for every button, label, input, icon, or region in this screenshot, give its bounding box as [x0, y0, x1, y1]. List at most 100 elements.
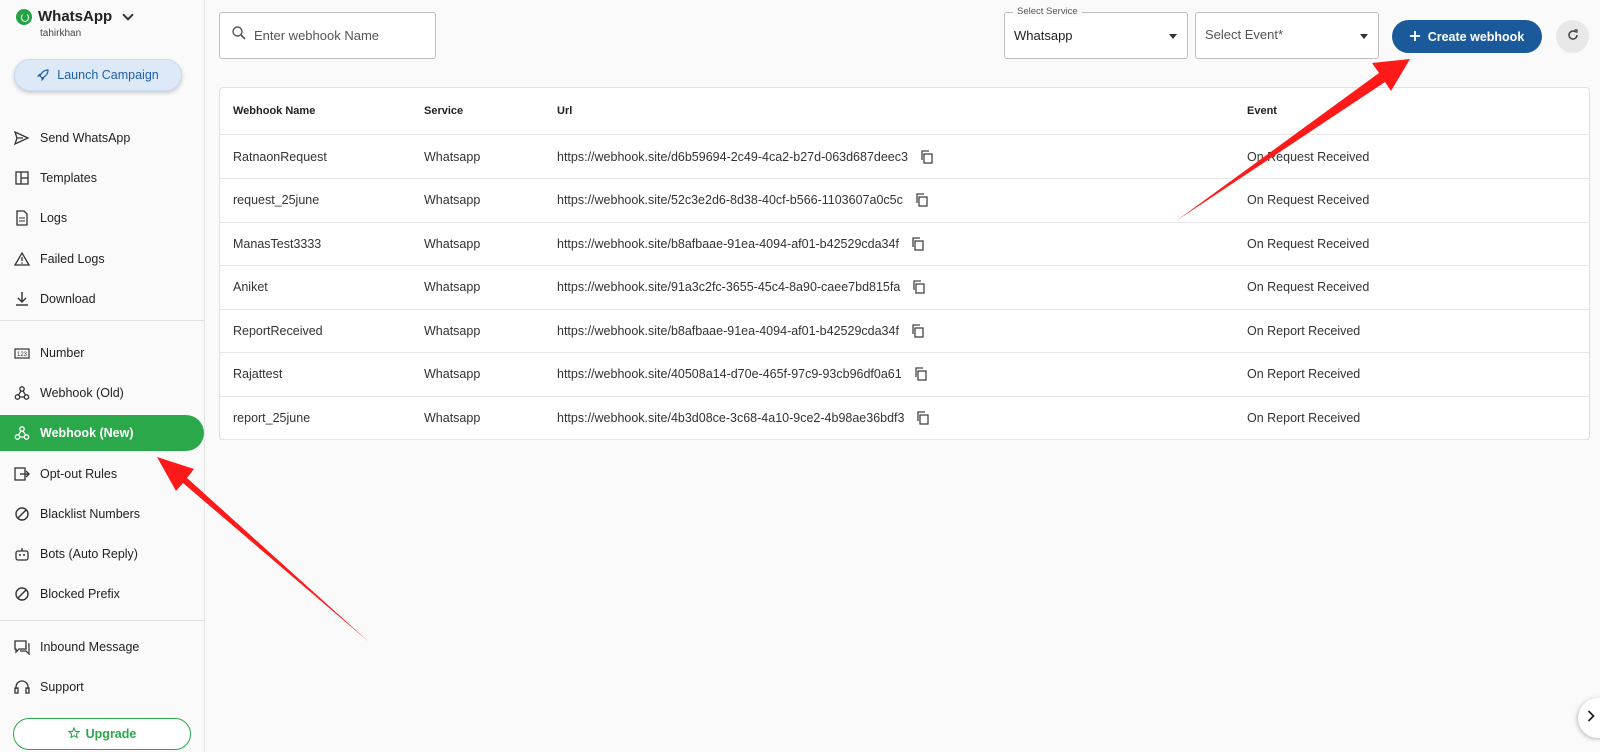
url-text: https://webhook.site/b8afbaae-91ea-4094-…	[557, 236, 899, 251]
plus-icon	[1409, 30, 1420, 44]
block-icon	[14, 586, 30, 602]
sidebar-item-label: Download	[40, 291, 96, 306]
table-row[interactable]: report_25june Whatsapp https://webhook.sit…	[220, 396, 1589, 440]
brand-title: WhatsApp	[38, 8, 113, 25]
bot-icon	[14, 546, 30, 562]
copy-icon[interactable]	[920, 149, 934, 164]
block-icon	[14, 506, 30, 522]
brand-switcher[interactable]: WhatsApp tahirkhan	[16, 8, 134, 39]
sidebar-divider	[0, 320, 205, 321]
sidebar-item-label: Inbound Message	[40, 640, 140, 654]
sidebar-item-logs[interactable]: Logs	[0, 200, 205, 236]
cell-service: Whatsapp	[424, 410, 481, 425]
cell-service: Whatsapp	[424, 323, 481, 338]
webhook-icon	[14, 385, 30, 401]
sidebar-item-label: Send WhatsApp	[40, 131, 131, 145]
webhook-table: Webhook Name Service Url Event RatnaonRe…	[219, 87, 1590, 440]
cell-service: Whatsapp	[424, 236, 481, 251]
sidebar-item-label: Bots (Auto Reply)	[40, 547, 138, 561]
upgrade-label: Upgrade	[85, 727, 137, 741]
table-row[interactable]: ReportReceived Whatsapp https://webhook.si…	[220, 309, 1589, 353]
cell-webhook-name: request_25june	[233, 193, 320, 207]
refresh-button[interactable]	[1556, 20, 1589, 53]
header-url: Url	[557, 105, 573, 117]
refresh-icon	[1567, 28, 1579, 46]
table-row[interactable]: request_25june Whatsapp https://webhook.si…	[220, 179, 1589, 223]
chevron-right-icon	[1587, 709, 1595, 727]
cell-service: Whatsapp	[424, 280, 481, 294]
search-field[interactable]	[219, 12, 436, 59]
sidebar-item-inbound-message[interactable]: Inbound Message	[0, 629, 205, 665]
sidebar-item-webhook-old[interactable]: Webhook (Old)	[0, 375, 205, 411]
sidebar-item-label: Failed Logs	[40, 251, 105, 266]
send-icon	[14, 130, 30, 146]
cell-event: On Request Received	[1247, 280, 1370, 294]
copy-icon[interactable]	[911, 323, 925, 338]
cell-webhook-name: ManasTest3333	[233, 236, 322, 251]
copy-icon[interactable]	[914, 367, 928, 381]
url-text: https://webhook.site/91a3c2fc-3655-45c4-…	[557, 280, 901, 294]
logs-icon	[14, 210, 30, 227]
launch-campaign-button[interactable]: Launch Campaign	[14, 59, 182, 91]
cell-service: Whatsapp	[424, 193, 481, 207]
select-event-placeholder: Select Event*	[1205, 26, 1284, 42]
table-row[interactable]: Rajattest Whatsapp https://webhook.site/40…	[220, 353, 1589, 397]
create-webhook-label: Create webhook	[1427, 29, 1525, 44]
select-event[interactable]: Select Event*	[1195, 12, 1379, 59]
chevron-down-icon[interactable]	[122, 8, 134, 21]
sidebar-item-send-whatsapp[interactable]: Send WhatsApp	[0, 120, 205, 156]
cell-event: On Request Received	[1247, 149, 1370, 164]
expand-panel-button[interactable]	[1578, 698, 1600, 738]
search-input[interactable]	[254, 28, 424, 43]
cell-url: https://webhook.site/52c3e2d6-8d38-40cf-…	[557, 179, 929, 222]
sidebar-item-label: Blocked Prefix	[40, 587, 120, 602]
sidebar-item-bots-auto-reply[interactable]: Bots (Auto Reply)	[0, 536, 205, 572]
cell-webhook-name: report_25june	[233, 410, 311, 425]
sidebar: WhatsApp tahirkhan Launch Campaign Send …	[0, 0, 205, 752]
copy-icon[interactable]	[915, 193, 929, 207]
sidebar-item-failed-logs[interactable]: Failed Logs	[0, 241, 205, 277]
sidebar-item-download[interactable]: Download	[0, 281, 205, 317]
svg-text:123: 123	[17, 352, 28, 358]
table-header-row: Webhook Name Service Url Event	[220, 88, 1589, 135]
sidebar-item-webhook-new[interactable]: Webhook (New)	[0, 415, 204, 452]
table-row[interactable]: Aniket Whatsapp https://webhook.site/91a3c…	[220, 266, 1589, 310]
copy-icon[interactable]	[916, 410, 930, 425]
cell-event: On Request Received	[1247, 236, 1370, 251]
table-row[interactable]: ManasTest3333 Whatsapp https://webhook.sit…	[220, 222, 1589, 266]
sidebar-item-support[interactable]: Support	[0, 669, 205, 705]
copy-icon[interactable]	[912, 280, 926, 294]
search-icon	[232, 26, 246, 45]
url-text: https://webhook.site/b8afbaae-91ea-4094-…	[557, 323, 899, 338]
cell-url: https://webhook.site/4b3d08ce-3c68-4a10-…	[557, 396, 930, 439]
copy-icon[interactable]	[911, 236, 925, 251]
select-service-value: Whatsapp	[1014, 28, 1073, 43]
sidebar-item-label: Opt-out Rules	[40, 466, 118, 481]
whatsapp-logo-icon	[16, 8, 32, 25]
create-webhook-button[interactable]: Create webhook	[1392, 20, 1542, 53]
download-icon	[14, 291, 30, 307]
table-row[interactable]: RatnaonRequest Whatsapp https://webhook.si…	[220, 135, 1589, 179]
upgrade-button[interactable]: Upgrade	[13, 718, 191, 750]
cell-webhook-name: Rajattest	[233, 367, 283, 381]
cell-service: Whatsapp	[424, 367, 481, 381]
header-webhook-name: Webhook Name	[233, 105, 316, 117]
rocket-icon	[37, 69, 49, 81]
sidebar-item-templates[interactable]: Templates	[0, 160, 205, 196]
cell-webhook-name: ReportReceived	[233, 323, 323, 338]
select-service[interactable]: Select Service Whatsapp	[1004, 6, 1188, 59]
sidebar-item-blacklist-numbers[interactable]: Blacklist Numbers	[0, 496, 205, 532]
number-icon: 123	[14, 345, 30, 361]
cell-event: On Request Received	[1247, 193, 1370, 207]
warning-icon	[14, 251, 30, 267]
sidebar-item-blocked-prefix[interactable]: Blocked Prefix	[0, 576, 205, 612]
header-service: Service	[424, 105, 464, 117]
sidebar-item-label: Logs	[40, 211, 68, 226]
sidebar-item-opt-out-rules[interactable]: Opt-out Rules	[0, 456, 205, 492]
sidebar-item-number[interactable]: 123 Number	[0, 335, 205, 371]
url-text: https://webhook.site/4b3d08ce-3c68-4a10-…	[557, 410, 905, 425]
sidebar-divider	[0, 620, 205, 621]
template-icon	[14, 170, 30, 186]
webhook-icon	[14, 425, 30, 441]
cell-event: On Report Received	[1247, 323, 1361, 338]
